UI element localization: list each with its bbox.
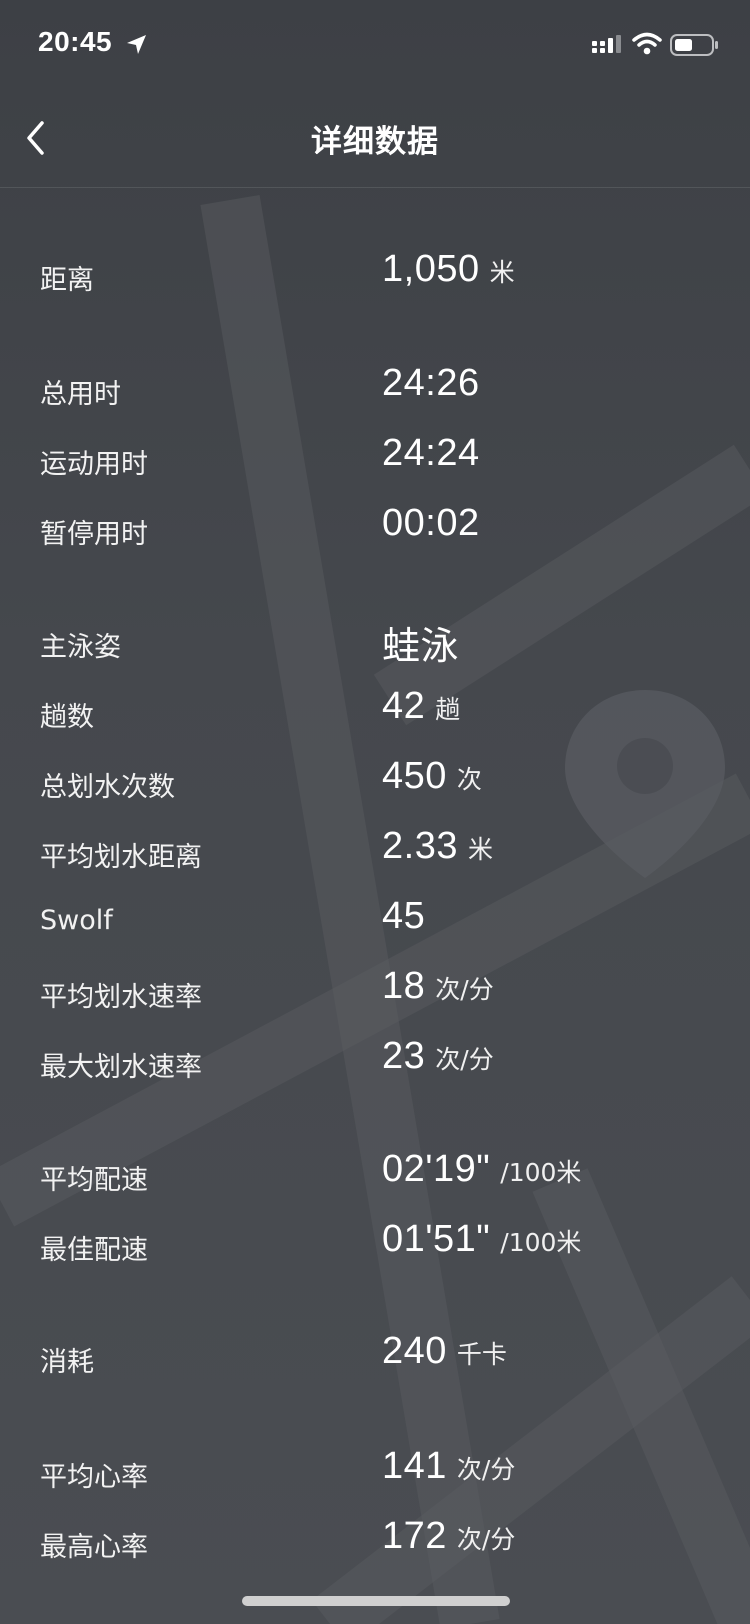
value-number: 02'19" [382,1148,491,1190]
value-number: 172 [382,1515,447,1557]
battery-icon [670,34,718,56]
row-total-strokes: 总划水次数 450 次 [0,755,750,815]
row-label: 暂停用时 [40,519,148,550]
row-value: 45 [382,895,425,938]
row-max-stroke-rate: 最大划水速率 23 次/分 [0,1035,750,1095]
value-number: 18 [382,965,426,1007]
row-label: 运动用时 [40,449,148,480]
row-value: 450 次 [382,755,482,798]
row-value: 00:02 [382,502,480,545]
row-calories: 消耗 240 千卡 [0,1330,750,1390]
value-unit: 次/分 [435,975,494,1004]
row-value: 172 次/分 [382,1515,515,1558]
value-unit: 千卡 [456,1340,507,1369]
row-laps: 趟数 42 趟 [0,685,750,745]
value-number: 2.33 [382,825,458,867]
navigation-bar: 详细数据 [0,92,750,188]
value-unit: /100米 [500,1228,582,1257]
location-arrow-icon [127,35,146,54]
row-avg-stroke-rate: 平均划水速率 18 次/分 [0,965,750,1025]
value-number: 01'51" [382,1218,491,1260]
value-unit: /100米 [500,1158,582,1187]
row-moving-time: 运动用时 24:24 [0,432,750,492]
row-label: 最佳配速 [40,1235,148,1266]
value-number: 141 [382,1445,447,1487]
row-label: 主泳姿 [40,632,121,663]
row-label: 最大划水速率 [40,1052,202,1083]
wifi-icon [632,32,662,55]
home-indicator[interactable] [242,1596,510,1606]
row-value: 1,050 米 [382,248,515,291]
row-value: 24:26 [382,362,480,405]
row-value: 24:24 [382,432,480,475]
row-swolf: Swolf 45 [0,895,750,955]
value-unit: 米 [467,835,493,864]
value-number: 24:26 [382,362,480,404]
value-number: 1,050 [382,248,480,290]
row-avg-heart-rate: 平均心率 141 次/分 [0,1445,750,1505]
row-value: 240 千卡 [382,1330,507,1373]
value-number: 42 [382,685,426,727]
row-label: 平均配速 [40,1165,148,1196]
row-label: 趟数 [40,702,94,733]
value-number: 24:24 [382,432,480,474]
row-label: 总用时 [40,379,121,410]
value-unit: 次 [456,765,482,794]
row-value: 23 次/分 [382,1035,494,1078]
row-value: 蛙泳 [382,615,459,670]
row-label: 最高心率 [40,1532,148,1563]
row-max-heart-rate: 最高心率 172 次/分 [0,1515,750,1575]
row-label: 平均划水距离 [40,842,202,873]
value-number: 450 [382,755,447,797]
row-avg-stroke-distance: 平均划水距离 2.33 米 [0,825,750,885]
page-title: 详细数据 [311,124,439,160]
row-label: 总划水次数 [40,772,175,803]
value-unit: 次/分 [435,1045,494,1074]
cellular-signal-icon [592,35,621,53]
value-number: 23 [382,1035,426,1077]
row-label: 平均划水速率 [40,982,202,1013]
row-avg-pace: 平均配速 02'19" /100米 [0,1148,750,1208]
row-distance: 距离 1,050 米 [0,248,750,308]
row-value: 2.33 米 [382,825,493,868]
row-total-time: 总用时 24:26 [0,362,750,422]
row-label: 平均心率 [40,1462,148,1493]
value-unit: 次/分 [456,1455,516,1484]
row-value: 141 次/分 [382,1445,515,1488]
status-bar: 20:45 [0,0,750,92]
value-unit: 米 [489,258,515,287]
row-label: 距离 [40,265,94,296]
value-number: 45 [382,895,426,937]
status-time: 20:45 [38,26,113,57]
value-number: 蛙泳 [382,626,460,668]
row-best-pace: 最佳配速 01'51" /100米 [0,1218,750,1278]
row-value: 02'19" /100米 [382,1148,581,1191]
row-main-stroke: 主泳姿 蛙泳 [0,615,750,675]
value-unit: 次/分 [456,1525,516,1554]
row-value: 01'51" /100米 [382,1218,581,1261]
row-paused-time: 暂停用时 00:02 [0,502,750,562]
row-label: Swolf [40,905,113,936]
row-value: 42 趟 [382,685,460,728]
value-number: 240 [382,1330,447,1372]
row-label: 消耗 [40,1347,94,1378]
value-unit: 趟 [435,695,461,724]
row-value: 18 次/分 [382,965,494,1008]
value-number: 00:02 [382,502,480,544]
